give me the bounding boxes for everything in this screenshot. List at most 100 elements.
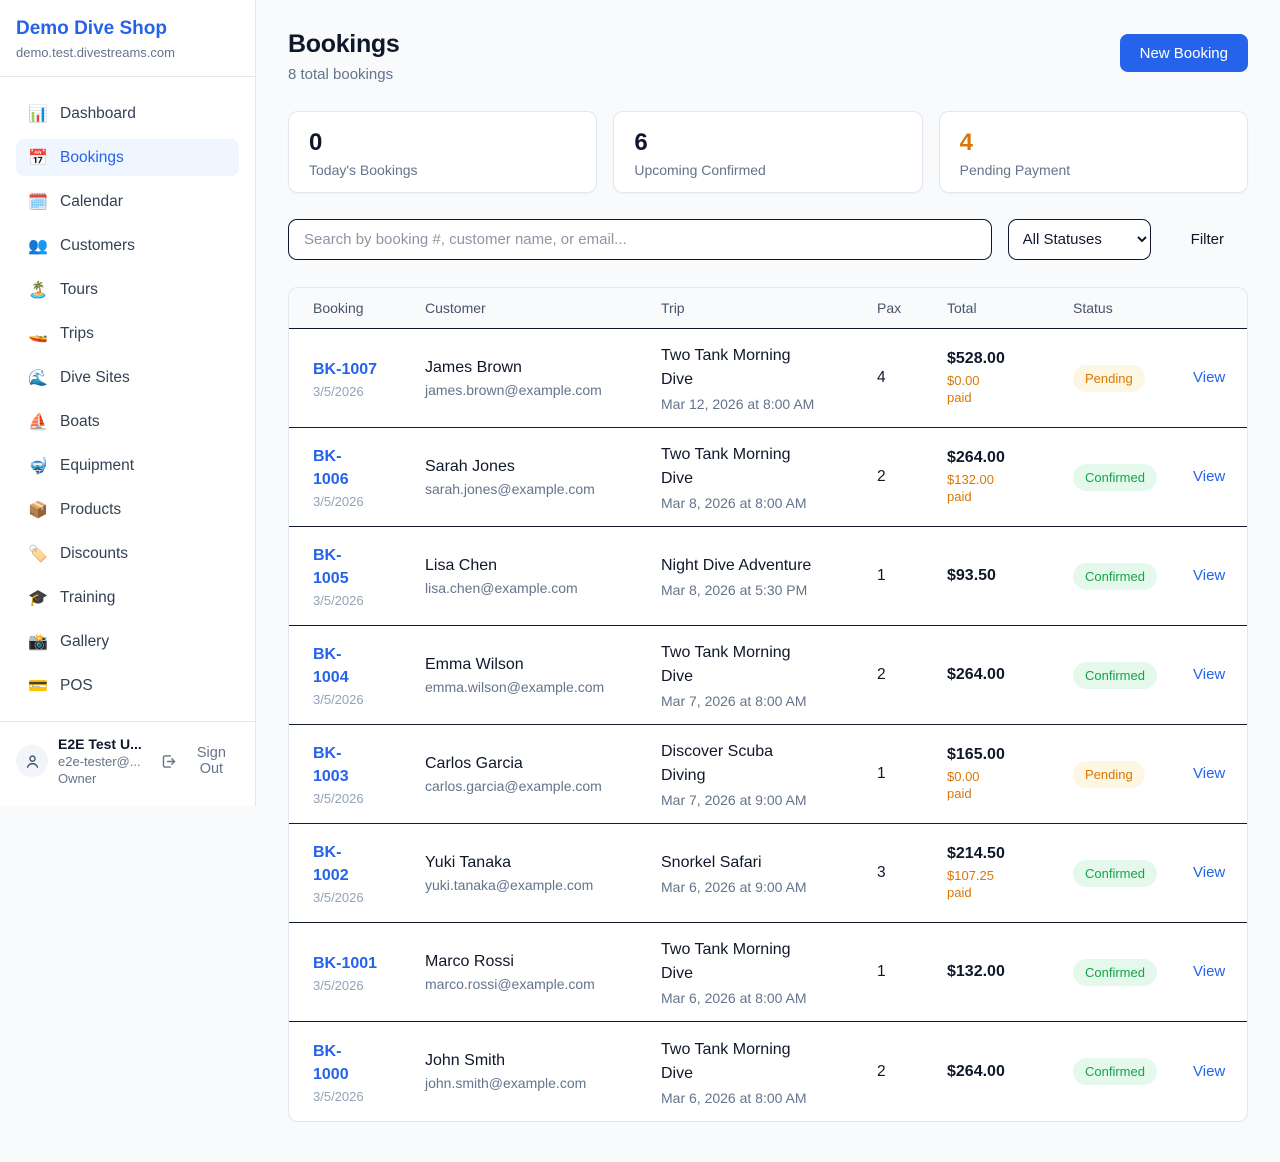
total-amount: $264.00 (947, 1063, 1057, 1081)
sidebar-item-tours[interactable]: 🏝️Tours (16, 271, 239, 308)
user-section: E2E Test U... e2e-tester@... Owner Sign … (0, 721, 255, 806)
total-cell: $93.50 (947, 567, 1073, 585)
user-meta: E2E Test U... e2e-tester@... Owner (58, 736, 148, 786)
trip-cell: Two Tank Morning DiveMar 6, 2026 at 8:00… (661, 1038, 877, 1106)
sidebar-item-gallery[interactable]: 📸Gallery (16, 623, 239, 660)
sidebar-item-label: Discounts (60, 545, 128, 563)
trip-name: Discover Scuba Diving (661, 740, 841, 788)
customer-email: sarah.jones@example.com (425, 481, 645, 497)
view-link[interactable]: View (1193, 765, 1225, 782)
paid-amount: $0.00 paid (947, 768, 1007, 802)
total-amount: $264.00 (947, 666, 1057, 684)
sidebar-item-discounts[interactable]: 🏷️Discounts (16, 535, 239, 572)
booking-link[interactable]: BK- 1006 (313, 445, 349, 491)
status-cell: Pending (1073, 761, 1193, 788)
calendar-icon: 📅 (28, 148, 48, 168)
wave-icon: 🌊 (28, 368, 48, 388)
trip-datetime: Mar 12, 2026 at 8:00 AM (661, 396, 861, 412)
status-badge: Confirmed (1073, 860, 1157, 887)
customer-name: Sarah Jones (425, 458, 645, 476)
status-filter-select[interactable]: All Statuses (1008, 219, 1151, 260)
page-title-block: Bookings 8 total bookings (288, 30, 400, 83)
pax-cell: 4 (877, 369, 947, 387)
sidebar-item-products[interactable]: 📦Products (16, 491, 239, 528)
pax-cell: 1 (877, 963, 947, 981)
sidebar-item-bookings[interactable]: 📅 Bookings (16, 139, 239, 176)
stat-label: Pending Payment (960, 162, 1227, 178)
view-link[interactable]: View (1193, 666, 1225, 683)
booking-date: 3/5/2026 (313, 890, 409, 905)
sidebar-item-dashboard[interactable]: 📊Dashboard (16, 95, 239, 132)
sidebar-item-trips[interactable]: 🚤Trips (16, 315, 239, 352)
bar-chart-icon: 📊 (28, 104, 48, 124)
trip-datetime: Mar 7, 2026 at 9:00 AM (661, 792, 861, 808)
column-header: Total (947, 300, 1073, 316)
sidebar-item-label: Gallery (60, 633, 109, 651)
paid-amount: $0.00 paid (947, 372, 1007, 406)
table-row: BK- 10053/5/2026Lisa Chenlisa.chen@examp… (289, 527, 1247, 626)
status-badge: Confirmed (1073, 662, 1157, 689)
total-cell: $214.50$107.25 paid (947, 845, 1073, 901)
customer-cell: John Smithjohn.smith@example.com (425, 1052, 661, 1091)
sidebar-item-training[interactable]: 🎓Training (16, 579, 239, 616)
stat-label: Upcoming Confirmed (634, 162, 901, 178)
total-cell: $132.00 (947, 963, 1073, 981)
status-badge: Confirmed (1073, 959, 1157, 986)
sign-out-label: Sign Out (184, 745, 239, 777)
total-cell: $264.00 (947, 666, 1073, 684)
sidebar-item-calendar[interactable]: 🗓️Calendar (16, 183, 239, 220)
sidebar-nav: 📊Dashboard 📅 Bookings 🗓️Calendar 👥Customers 🏝… (0, 77, 255, 721)
booking-cell: BK- 10053/5/2026 (313, 544, 425, 608)
booking-link[interactable]: BK- 1000 (313, 1040, 349, 1086)
view-link[interactable]: View (1193, 468, 1225, 485)
view-link[interactable]: View (1193, 567, 1225, 584)
new-booking-button[interactable]: New Booking (1120, 34, 1248, 72)
booking-date: 3/5/2026 (313, 978, 409, 993)
booking-link[interactable]: BK-1001 (313, 952, 377, 975)
filter-button[interactable]: Filter (1167, 231, 1248, 248)
trip-name: Two Tank Morning Dive (661, 938, 841, 986)
sidebar-item-dive-sites[interactable]: 🌊Dive Sites (16, 359, 239, 396)
customer-email: james.brown@example.com (425, 382, 645, 398)
bookings-table: BookingCustomerTripPaxTotalStatus BK-100… (288, 287, 1248, 1122)
status-cell: Pending (1073, 365, 1193, 392)
page-title: Bookings (288, 30, 400, 59)
view-link[interactable]: View (1193, 369, 1225, 386)
booking-link[interactable]: BK- 1005 (313, 544, 349, 590)
booking-link[interactable]: BK- 1002 (313, 841, 349, 887)
total-amount: $528.00 (947, 350, 1057, 368)
sidebar-item-customers[interactable]: 👥Customers (16, 227, 239, 264)
sidebar-item-equipment[interactable]: 🤿Equipment (16, 447, 239, 484)
search-input[interactable] (288, 219, 992, 260)
sign-out-button[interactable]: Sign Out (160, 745, 239, 777)
filter-controls: All Statuses Filter (288, 219, 1248, 260)
sidebar-item-pos[interactable]: 💳POS (16, 667, 239, 704)
booking-link[interactable]: BK- 1003 (313, 742, 349, 788)
booking-cell: BK-10073/5/2026 (313, 358, 425, 399)
total-amount: $132.00 (947, 963, 1057, 981)
trip-datetime: Mar 7, 2026 at 8:00 AM (661, 693, 861, 709)
customer-cell: Yuki Tanakayuki.tanaka@example.com (425, 854, 661, 893)
sidebar-item-label: Bookings (60, 149, 124, 167)
customer-email: lisa.chen@example.com (425, 580, 645, 596)
booking-link[interactable]: BK- 1004 (313, 643, 349, 689)
status-badge: Confirmed (1073, 1058, 1157, 1085)
shop-name: Demo Dive Shop (16, 18, 239, 40)
action-cell: View (1193, 468, 1225, 486)
stat-card-upcoming-confirmed: 6Upcoming Confirmed (613, 111, 922, 193)
status-badge: Confirmed (1073, 464, 1157, 491)
trip-datetime: Mar 6, 2026 at 9:00 AM (661, 879, 861, 895)
booking-cell: BK-1001 3/5/2026 (313, 952, 425, 993)
trip-cell: Two Tank Morning DiveMar 6, 2026 at 8:00… (661, 938, 877, 1006)
view-link[interactable]: View (1193, 864, 1225, 881)
trip-cell: Two Tank Morning DiveMar 8, 2026 at 8:00… (661, 443, 877, 511)
view-link[interactable]: View (1193, 1063, 1225, 1080)
booking-link[interactable]: BK-1007 (313, 358, 377, 381)
pax-cell: 2 (877, 468, 947, 486)
status-cell: Confirmed (1073, 1058, 1193, 1085)
sidebar-item-boats[interactable]: ⛵Boats (16, 403, 239, 440)
view-link[interactable]: View (1193, 963, 1225, 980)
total-cell: $264.00 (947, 1063, 1073, 1081)
table-row: BK- 1006 3/5/2026 Sarah Jones sarah.jones@e… (289, 428, 1247, 527)
booking-date: 3/5/2026 (313, 494, 409, 509)
